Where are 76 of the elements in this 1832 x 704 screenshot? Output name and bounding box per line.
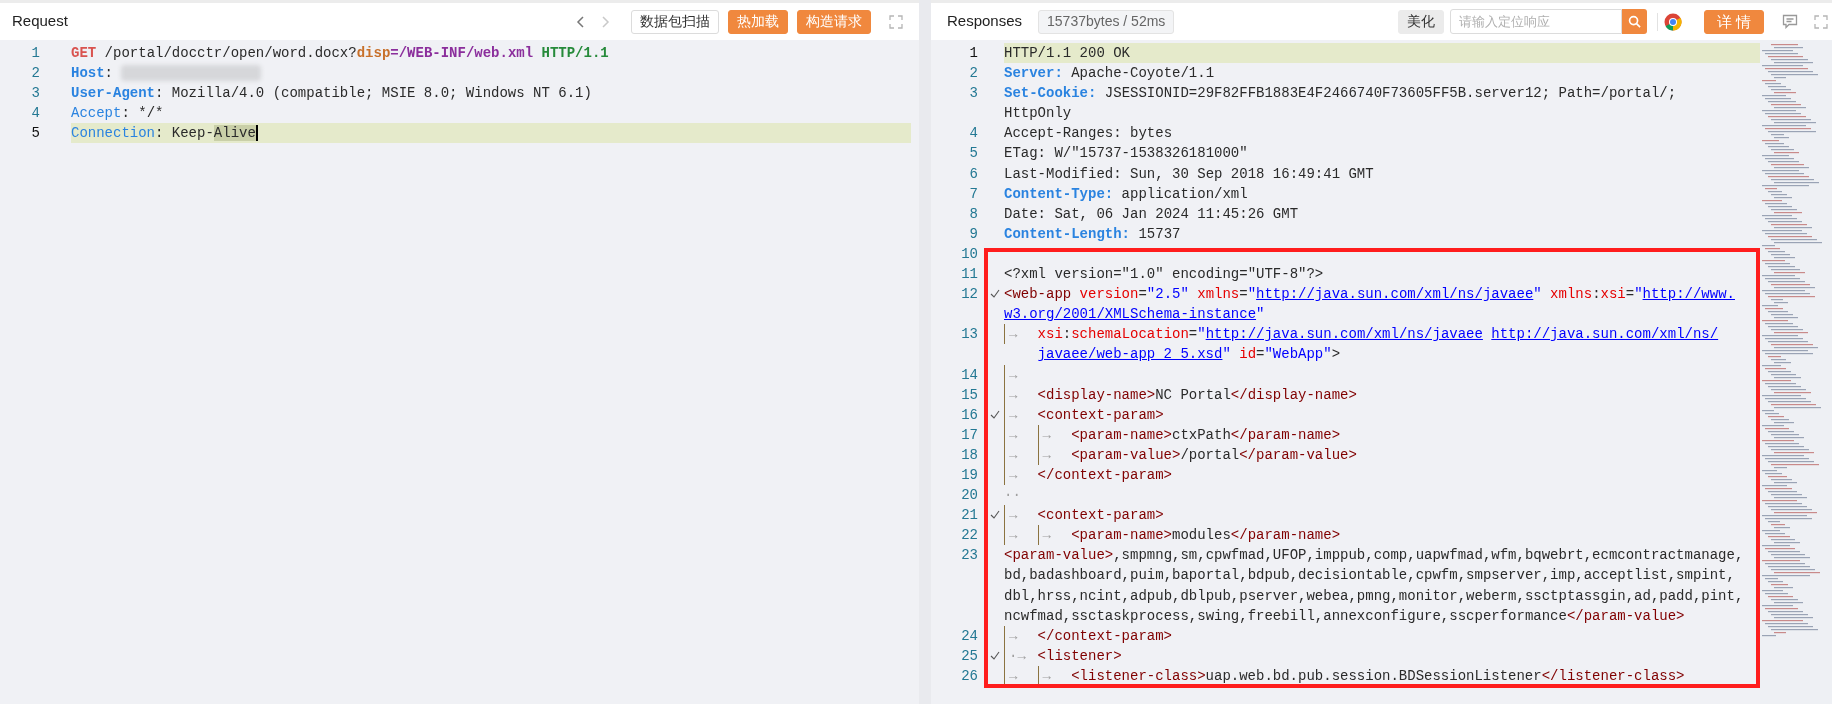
code-line: ·· [1004, 486, 1022, 506]
check-icon[interactable] [990, 409, 1000, 419]
line-number: 2 [968, 64, 978, 84]
line-number: 20 [960, 486, 978, 506]
line-number: 1 [968, 44, 978, 63]
line-number: 19 [960, 465, 978, 485]
search-field[interactable]: 请输入定位响应 [1449, 9, 1622, 34]
code-line: → xsi:schemaLocation="http://java.sun.com/xml/ns/javaee http://java.sun.com/xml/ns/ javaee/web-app_2_5.xsd" id="WebApp"> [1004, 324, 1760, 365]
line-number: 16 [960, 405, 978, 425]
line-number: 4 [30, 104, 40, 124]
line-number: 12 [960, 285, 978, 305]
search-icon [1627, 15, 1641, 28]
line-number: 13 [960, 325, 978, 345]
code-line: GET /portal/docctr/open/word.docx?disp=/WEB-INF/web.xml HTTP/1.1 [71, 44, 610, 63]
code-line: Host: [71, 63, 911, 84]
check-icon[interactable] [990, 510, 1000, 520]
code-line: → → <param-value>/portal</param-value> [1004, 444, 1760, 465]
code-line: → → <param-name>ctxPath</param-name> [1004, 424, 1760, 445]
line-number: 2 [30, 64, 40, 84]
line-number: 1 [30, 44, 40, 63]
line-number: 8 [968, 204, 978, 224]
code-line: Server: Apache-Coyote/1.1 [1004, 64, 1216, 84]
line-number: 17 [960, 425, 978, 445]
code-line: → → <listener-class>uap.web.bd.pub.session.BDSessionListener</listener-class> [1004, 665, 1760, 686]
code-line: Accept-Ranges: bytes [1004, 124, 1174, 144]
comment-icon[interactable] [1782, 14, 1798, 29]
line-number: 10 [960, 244, 978, 264]
line-number: 3 [30, 84, 40, 104]
line-number: 4 [968, 124, 978, 144]
toolbar-button[interactable]: 热加载 [728, 9, 788, 34]
code-line: Last-Modified: Sun, 30 Sep 2018 16:49:41 GMT [1004, 164, 1375, 184]
code-line: → </context-param> [1004, 625, 1760, 646]
line-number: 11 [960, 265, 978, 285]
line-number: 22 [960, 526, 978, 546]
code-line: Date: Sat, 06 Jan 2024 11:45:26 GMT [1004, 204, 1300, 224]
check-icon[interactable] [990, 650, 1000, 660]
code-line: <?xml version="1.0" encoding="UTF-8"?> [1004, 265, 1325, 285]
code-line: Content-Type: application/xml [1004, 184, 1249, 204]
code-line: User-Agent: Mozilla/4.0 (compatible; MSIE 8.0; Windows NT 6.1) [71, 84, 593, 104]
line-number: 26 [960, 666, 978, 686]
code-line: → [1004, 364, 1760, 385]
check-icon[interactable] [990, 289, 1000, 299]
panel-title: Responses [947, 11, 1023, 32]
code-line: Content-Length: 15737 [1004, 224, 1182, 244]
response-stats: 15737bytes / 52ms [1038, 9, 1175, 34]
line-number: 9 [968, 224, 978, 244]
code-line: Accept: */* [71, 104, 165, 124]
line-number: 5 [968, 144, 978, 164]
line-number: 18 [960, 445, 978, 465]
code-line: → <context-param> [1004, 404, 1760, 425]
line-number: 6 [968, 164, 978, 184]
browser-icon[interactable] [1663, 12, 1682, 31]
line-number: 3 [968, 84, 978, 104]
line-number: 24 [960, 626, 978, 646]
code-line: → → <param-name>modules</param-name> [1004, 525, 1760, 546]
code-line: <param-value>,smpmng,sm,cpwfmad,UFOP,imppub,comp,uapwfmad,wfm,bqwebrt,ecmcontractmanage, bd,badashboard,puim,baportal,bdpub,decisiontable,cpwfm,smpserver,imp,acceptlist,smpint, dbl,hrss,ncint,adpub,dblpub,pserver,webea,pmng,monitor,weberm,ssctptassgin,ad,padd,pint, ncwfmad,ssctaskprocess,swing,freebill,annexconfigure,sscperformance</param-value> [1004, 546, 1745, 626]
toolbar-button[interactable]: 美化 [1397, 9, 1444, 34]
code-line: Set-Cookie: JSESSIONID=29F82FFB1883E4F2466740F73605FF5B.server12; Path=/portal/; HttpOnly [1004, 84, 1678, 124]
line-number: 7 [968, 184, 978, 204]
line-number: 21 [960, 506, 978, 526]
line-number: 25 [960, 646, 978, 666]
toolbar-button[interactable]: 数据包扫描 [631, 9, 719, 34]
line-number: 5 [30, 124, 40, 144]
line-number: 15 [960, 385, 978, 405]
code-line: → </context-param> [1004, 464, 1760, 486]
line-number: 14 [960, 365, 978, 385]
code-line: ETag: W/"15737-1538326181000" [1004, 144, 1249, 164]
code-line: ·→ <listener> [1004, 645, 1760, 666]
search-button[interactable] [1621, 9, 1647, 34]
code-line: → <context-param> [1004, 505, 1760, 526]
code-line: → <display-name>NC Portal</display-name> [1004, 384, 1760, 405]
toolbar-button[interactable]: 构造请求 [797, 9, 871, 34]
line-number: 23 [960, 546, 978, 566]
toolbar-button[interactable]: 详 情 [1703, 9, 1764, 34]
panel-title: Request [12, 11, 68, 32]
code-line: <web-app version="2.5" xmlns="http://java.sun.com/xml/ns/javaee" xmlns:xsi="http://www. w3.org/2001/XMLSchema-instance" [1004, 285, 1736, 325]
